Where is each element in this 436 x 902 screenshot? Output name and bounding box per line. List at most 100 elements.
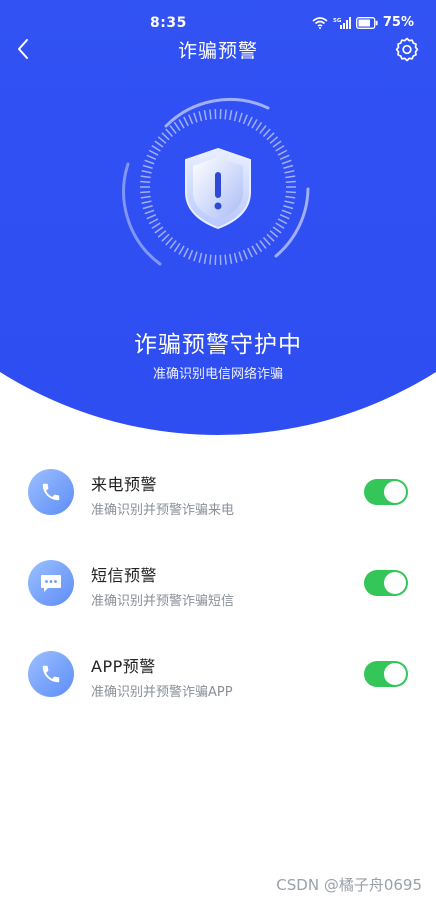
item-description: 准确识别并预警诈骗来电 <box>91 503 235 518</box>
dial-tick <box>203 110 207 121</box>
dial-tick <box>284 200 295 204</box>
dial-tick <box>141 200 152 204</box>
dial-tick <box>233 252 238 263</box>
dial-tick <box>140 180 151 184</box>
dial-tick <box>144 159 155 165</box>
dial-tick <box>266 233 275 242</box>
item-description: 准确识别并预警诈骗短信 <box>91 594 235 609</box>
dial-tick <box>285 190 296 194</box>
shield-exclamation-icon <box>185 147 251 230</box>
dial-tick <box>269 136 279 144</box>
dial-tick <box>161 233 170 242</box>
dial-tick <box>193 251 198 262</box>
dial-tick <box>146 154 157 161</box>
dial-tick <box>283 205 294 210</box>
phone-icon <box>28 469 74 515</box>
toggle-knob <box>384 572 406 594</box>
dial-tick <box>275 145 285 152</box>
hero-section: 8:35 5G 75% 诈骗预警 诈骗预警守护中 准确识别电信网络诈骗 <box>0 0 436 435</box>
dial-tick <box>242 249 248 260</box>
status-bar: 8:35 5G 75% <box>0 0 436 34</box>
dial-tick <box>188 249 194 260</box>
sms-alert-toggle[interactable] <box>364 570 408 596</box>
dial-tick <box>283 164 294 169</box>
toggle-knob <box>384 663 406 685</box>
dial-tick <box>224 254 227 265</box>
dial-tick <box>161 132 170 141</box>
list-item-app-alert: APP预警 准确识别并预警诈骗APP <box>0 637 436 707</box>
gear-icon <box>395 37 419 62</box>
dial-tick <box>242 114 248 125</box>
dial-tick <box>233 111 238 122</box>
settings-button[interactable] <box>394 36 420 62</box>
call-alert-toggle[interactable] <box>364 479 408 505</box>
dial-tick <box>272 226 282 234</box>
wifi-icon <box>312 16 328 29</box>
dial-tick <box>262 237 271 246</box>
dial-tick <box>277 218 288 225</box>
dial-tick <box>272 140 282 148</box>
dial-tick <box>148 218 159 225</box>
dial-tick <box>140 175 151 179</box>
signal-icon: 5G <box>333 16 351 29</box>
dial-tick <box>154 140 164 148</box>
status-indicators: 5G 75% <box>312 15 414 30</box>
dial-tick <box>284 170 295 174</box>
dial-tick <box>157 136 167 144</box>
dial-tick <box>238 112 243 123</box>
dial-tick <box>247 116 253 127</box>
dial-tick <box>203 253 207 264</box>
dial-tick <box>198 111 203 122</box>
dial-tick <box>169 125 177 134</box>
dial-tick <box>142 164 153 169</box>
dial-tick <box>269 230 279 238</box>
dial-tick <box>279 154 290 161</box>
dial-tick <box>154 226 164 234</box>
dial-tick <box>277 149 288 156</box>
dial-tick <box>255 242 263 253</box>
page-title: 诈骗预警 <box>177 40 258 62</box>
item-title: 短信预警 <box>91 566 158 585</box>
dial-tick <box>198 252 203 263</box>
dial-tick <box>151 145 161 152</box>
watermark-text: CSDN @橘子舟0695 <box>276 876 422 894</box>
dial-tick <box>140 195 151 199</box>
item-title: 来电预警 <box>91 475 158 494</box>
message-icon <box>28 560 74 606</box>
protection-indicator <box>118 94 318 280</box>
dial-outer-arc-left <box>122 162 162 266</box>
list-item-call-alert: 来电预警 准确识别并预警诈骗来电 <box>0 455 436 525</box>
dial-tick <box>255 121 263 132</box>
dial-tick <box>251 245 258 255</box>
app-alert-toggle[interactable] <box>364 661 408 687</box>
item-description: 准确识别并预警诈骗APP <box>91 685 233 700</box>
dial-tick <box>178 119 185 129</box>
dial-tick <box>148 149 159 156</box>
protection-dial <box>122 97 310 266</box>
dial-tick <box>178 245 185 255</box>
dial-tick <box>165 128 174 137</box>
dial-tick <box>144 209 155 215</box>
dial-tick <box>247 247 253 258</box>
dial-tick <box>238 251 243 262</box>
toggle-knob <box>384 481 406 503</box>
dial-tick <box>146 213 157 220</box>
dial-tick <box>285 175 296 179</box>
network-type-label: 5G <box>333 18 342 24</box>
dial-tick <box>209 254 212 265</box>
dial-tick <box>183 247 189 258</box>
dial-tick <box>285 195 296 199</box>
dial-tick <box>285 180 296 184</box>
dial-tick <box>157 230 167 238</box>
status-time: 8:35 <box>150 15 187 31</box>
nav-bar: 诈骗预警 <box>0 32 436 66</box>
dial-tick <box>229 253 233 264</box>
dial-outer-arc-right <box>274 187 310 258</box>
dial-tick <box>183 116 189 127</box>
dial-tick <box>173 242 181 253</box>
list-item-sms-alert: 短信预警 准确识别并预警诈骗短信 <box>0 546 436 616</box>
dial-tick <box>140 190 151 194</box>
dial-tick <box>173 121 181 132</box>
item-title: APP预警 <box>91 657 156 676</box>
dial-tick <box>165 237 174 246</box>
